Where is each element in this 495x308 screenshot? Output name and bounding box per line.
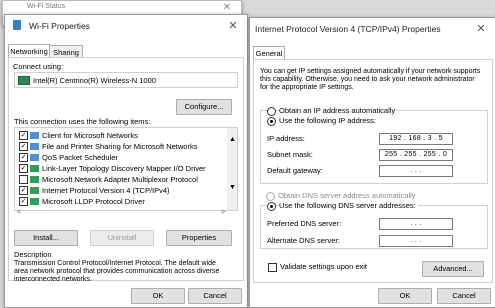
connect-using-label: Connect using: (13, 62, 64, 71)
preferred-dns-label: Preferred DNS server: (267, 219, 342, 228)
use-dns-label: Use the following DNS server addresses: (279, 201, 418, 210)
validate-checkbox[interactable] (268, 263, 277, 272)
dns-group: Use the following DNS server addresses: … (260, 201, 488, 249)
description-group: Description Transmission Control Protoco… (14, 250, 236, 283)
network-client-icon (30, 154, 39, 161)
tab-networking[interactable]: Networking (8, 44, 50, 58)
configure-button[interactable]: Configure... (176, 99, 232, 115)
auto-ip-radio[interactable] (267, 107, 276, 116)
general-panel: You can get IP settings assigned automat… (253, 59, 493, 283)
uninstall-button[interactable]: Uninstall (90, 230, 154, 246)
cancel-button[interactable]: Cancel (437, 288, 491, 304)
item-label: Microsoft Network Adapter Multiplexor Pr… (42, 175, 198, 184)
item-checkbox[interactable]: ✓ (19, 164, 28, 173)
tab-general[interactable]: General (253, 46, 285, 60)
preferred-dns-field[interactable]: . . . (379, 218, 453, 230)
ipv4-titlebar[interactable]: Internet Protocol Version 4 (TCP/IPv4) P… (250, 18, 495, 40)
ok-button[interactable]: OK (131, 288, 185, 304)
list-item[interactable]: ✓ File and Printer Sharing for Microsoft… (15, 141, 223, 151)
scroll-down-icon[interactable]: ▼ (229, 184, 236, 191)
item-checkbox[interactable] (19, 175, 28, 184)
scroll-left-icon[interactable]: < (17, 209, 21, 216)
close-icon[interactable]: ✕ (223, 2, 231, 13)
adapter-name: Intel(R) Centrino(R) Wireless-N 1000 (33, 76, 156, 85)
ip-address-field[interactable]: 192 . 168 . 3 . 5 (379, 133, 453, 145)
description-text: Transmission Control Protocol/Internet P… (14, 260, 220, 283)
item-label: Client for Microsoft Networks (42, 131, 138, 140)
network-icon (13, 20, 21, 30)
list-item[interactable]: ✓ QoS Packet Scheduler (15, 152, 223, 162)
items-label: This connection uses the following items… (14, 117, 151, 126)
subnet-mask-field[interactable]: 255 . 255 . 255 . 0 (379, 149, 453, 161)
gateway-label: Default gateway: (267, 166, 323, 175)
item-label: QoS Packet Scheduler (42, 153, 118, 162)
networking-panel: Connect using: Intel(R) Centrino(R) Wire… (8, 57, 244, 283)
auto-ip-label: Obtain an IP address automatically (279, 106, 398, 115)
scroll-up-icon[interactable]: ▲ (229, 136, 236, 143)
item-checkbox[interactable]: ✓ (19, 153, 28, 162)
ip-group: Obtain an IP address automatically Use t… (260, 106, 488, 184)
use-dns-radio[interactable] (267, 202, 276, 211)
use-ip-label: Use the following IP address: (279, 116, 376, 125)
list-item[interactable]: ✓ Internet Protocol Version 4 (TCP/IPv4) (15, 185, 223, 195)
list-item[interactable]: ✓ Client for Microsoft Networks (15, 130, 223, 140)
ipv4-properties-window: Internet Protocol Version 4 (TCP/IPv4) P… (249, 17, 495, 308)
network-client-icon (30, 132, 39, 139)
item-checkbox[interactable]: ✓ (19, 131, 28, 140)
list-item[interactable]: ✓ Link-Layer Topology Discovery Mapper I… (15, 163, 223, 173)
protocol-icon (30, 198, 39, 205)
list-item[interactable]: ✓ Microsoft LLDP Protocol Driver (15, 196, 223, 206)
close-icon[interactable]: ✕ (473, 21, 489, 37)
validate-label: Validate settings upon exit (280, 262, 368, 271)
wifi-properties-titlebar[interactable]: Wi-Fi Properties ✕ (5, 15, 247, 37)
alternate-dns-field[interactable]: . . . (379, 235, 453, 247)
advanced-button[interactable]: Advanced... (422, 261, 484, 277)
ok-button[interactable]: OK (378, 288, 432, 304)
window-title: Internet Protocol Version 4 (TCP/IPv4) P… (255, 24, 441, 34)
list-item[interactable]: Microsoft Network Adapter Multiplexor Pr… (15, 174, 223, 184)
item-label: Link-Layer Topology Discovery Mapper I/O… (42, 164, 206, 173)
auto-dns-label: Obtain DNS server address automatically (278, 191, 416, 200)
item-label: Microsoft LLDP Protocol Driver (42, 197, 145, 206)
description-title: Description (14, 250, 52, 259)
item-checkbox[interactable]: ✓ (19, 197, 28, 206)
alternate-dns-label: Alternate DNS server: (267, 236, 340, 245)
window-title: Wi-Fi Properties (29, 21, 90, 31)
install-button[interactable]: Install... (14, 230, 78, 246)
item-checkbox[interactable]: ✓ (19, 142, 28, 151)
auto-dns-radio[interactable] (266, 192, 275, 201)
intro-text: You can get IP settings assigned automat… (260, 68, 481, 91)
properties-button[interactable]: Properties (166, 230, 232, 246)
item-checkbox[interactable]: ✓ (19, 186, 28, 195)
cancel-button[interactable]: Cancel (188, 288, 242, 304)
protocol-icon (30, 187, 39, 194)
network-client-icon (30, 143, 39, 150)
item-label: Internet Protocol Version 4 (TCP/IPv4) (42, 186, 170, 195)
close-icon[interactable]: ✕ (225, 18, 241, 34)
adapter-box: Intel(R) Centrino(R) Wireless-N 1000 (14, 72, 238, 88)
list-scrollbar[interactable]: ▲ ▼ (227, 128, 237, 210)
protocol-icon (30, 176, 39, 183)
wifi-status-title: Wi-Fi Status (27, 3, 66, 10)
wifi-properties-window: Wi-Fi Properties ✕ Networking Sharing Co… (4, 14, 248, 308)
adapter-icon (18, 76, 30, 85)
protocol-icon (30, 165, 39, 172)
item-label: File and Printer Sharing for Microsoft N… (42, 142, 198, 151)
items-list[interactable]: ✓ Client for Microsoft Networks ✓ File a… (14, 127, 238, 211)
subnet-mask-label: Subnet mask: (267, 150, 313, 159)
use-ip-radio[interactable] (267, 117, 276, 126)
ip-address-label: IP address: (267, 134, 305, 143)
scroll-right-icon[interactable]: > (221, 209, 225, 216)
gateway-field[interactable]: . . . (379, 165, 453, 177)
